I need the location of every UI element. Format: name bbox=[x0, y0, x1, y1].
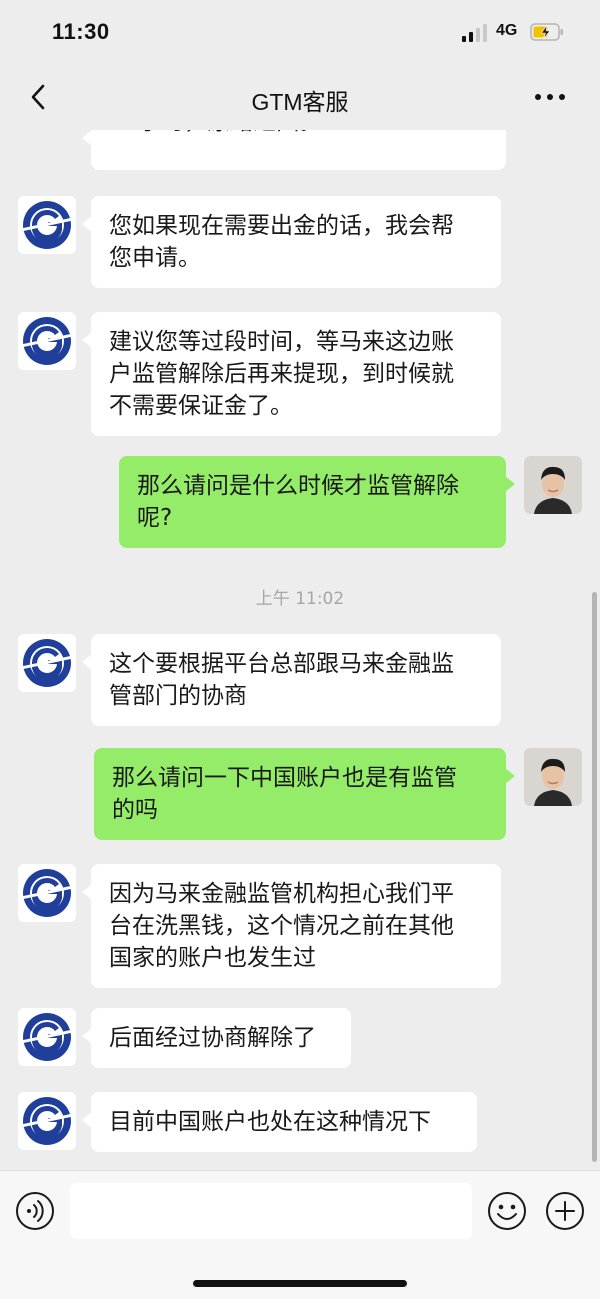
chat-title: GTM客服 bbox=[251, 89, 349, 115]
chat-message-list[interactable]: 24小时，原路退回。 您如果现在需要出金的话，我会帮 您申请。 建议您等过段时间… bbox=[0, 130, 600, 1170]
message-text-line: 因为马来金融监管机构担心我们平 bbox=[109, 881, 454, 907]
message-text-line: 户监管解除后再来提现，到时候就 bbox=[109, 361, 454, 387]
message-bubble-agent[interactable]: 目前中国账户也处在这种情况下 bbox=[82, 1092, 477, 1152]
user-avatar[interactable] bbox=[524, 748, 582, 806]
message-timestamp: 上午 11:02 bbox=[255, 589, 345, 609]
message-text-line: 台在洗黑钱，这个情况之前在其他 bbox=[109, 913, 454, 939]
agent-avatar[interactable] bbox=[18, 196, 76, 254]
gtm-logo-icon bbox=[22, 1097, 72, 1145]
voice-icon[interactable] bbox=[15, 1191, 55, 1231]
agent-avatar[interactable] bbox=[18, 864, 76, 922]
chat-scrollbar[interactable] bbox=[592, 592, 597, 1162]
status-bar: 11:30 4G bbox=[0, 0, 600, 64]
battery-icon bbox=[530, 23, 563, 41]
message-text-line: 呢? bbox=[137, 505, 173, 531]
message-text-line: 建议您等过段时间，等马来这边账 bbox=[109, 329, 454, 355]
user-photo-icon bbox=[524, 456, 582, 514]
gtm-logo-icon bbox=[22, 317, 72, 365]
plus-icon[interactable] bbox=[545, 1191, 585, 1231]
message-bubble-user[interactable]: 那么请问是什么时候才监管解除 呢? bbox=[119, 456, 515, 548]
signal-icon bbox=[462, 24, 490, 42]
gtm-logo-icon bbox=[22, 639, 72, 687]
message-bubble-agent[interactable]: 因为马来金融监管机构担心我们平 台在洗黑钱，这个情况之前在其他 国家的账户也发生… bbox=[82, 864, 501, 988]
message-text-line: 不需要保证金了。 bbox=[109, 393, 293, 419]
message-text-line: 的吗 bbox=[112, 797, 158, 823]
message-text-line: 后面经过协商解除了 bbox=[109, 1025, 316, 1051]
message-bubble-agent[interactable]: 这个要根据平台总部跟马来金融监 管部门的协商 bbox=[82, 634, 501, 726]
gtm-logo-icon bbox=[22, 1013, 72, 1061]
emoji-icon[interactable] bbox=[487, 1191, 527, 1231]
gtm-logo-icon bbox=[22, 201, 72, 249]
agent-avatar[interactable] bbox=[18, 1092, 76, 1150]
user-avatar[interactable] bbox=[524, 456, 582, 514]
agent-avatar[interactable] bbox=[18, 634, 76, 692]
message-text-line: 您如果现在需要出金的话，我会帮 bbox=[109, 213, 454, 239]
home-indicator[interactable] bbox=[193, 1280, 407, 1287]
message-text-line: 那么请问一下中国账户也是有监管 bbox=[112, 765, 457, 791]
gtm-logo-icon bbox=[22, 869, 72, 917]
nav-bar: GTM客服 bbox=[0, 64, 600, 130]
message-input[interactable] bbox=[70, 1183, 472, 1239]
message-bubble-agent[interactable]: 24小时，原路退回。 bbox=[82, 130, 506, 170]
message-bubble-agent[interactable]: 建议您等过段时间，等马来这边账 户监管解除后再来提现，到时候就 不需要保证金了。 bbox=[82, 312, 501, 436]
user-photo-icon bbox=[524, 748, 582, 806]
message-bubble-user[interactable]: 那么请问一下中国账户也是有监管 的吗 bbox=[94, 748, 515, 840]
message-text-line: 管部门的协商 bbox=[109, 683, 247, 709]
status-time: 11:30 bbox=[52, 19, 110, 44]
message-text: 24小时，原路退回。 bbox=[109, 130, 322, 138]
message-text-line: 那么请问是什么时候才监管解除 bbox=[137, 473, 459, 499]
message-text-line: 国家的账户也发生过 bbox=[109, 945, 316, 971]
network-type: 4G bbox=[496, 22, 518, 39]
message-bubble-agent[interactable]: 后面经过协商解除了 bbox=[82, 1008, 351, 1068]
agent-avatar[interactable] bbox=[18, 1008, 76, 1066]
message-text-line: 这个要根据平台总部跟马来金融监 bbox=[109, 651, 454, 677]
more-dots-icon[interactable] bbox=[530, 90, 570, 104]
message-text-line: 目前中国账户也处在这种情况下 bbox=[109, 1109, 431, 1135]
message-bubble-agent[interactable]: 您如果现在需要出金的话，我会帮 您申请。 bbox=[82, 196, 501, 288]
agent-avatar[interactable] bbox=[18, 312, 76, 370]
message-text-line: 您申请。 bbox=[109, 245, 201, 271]
